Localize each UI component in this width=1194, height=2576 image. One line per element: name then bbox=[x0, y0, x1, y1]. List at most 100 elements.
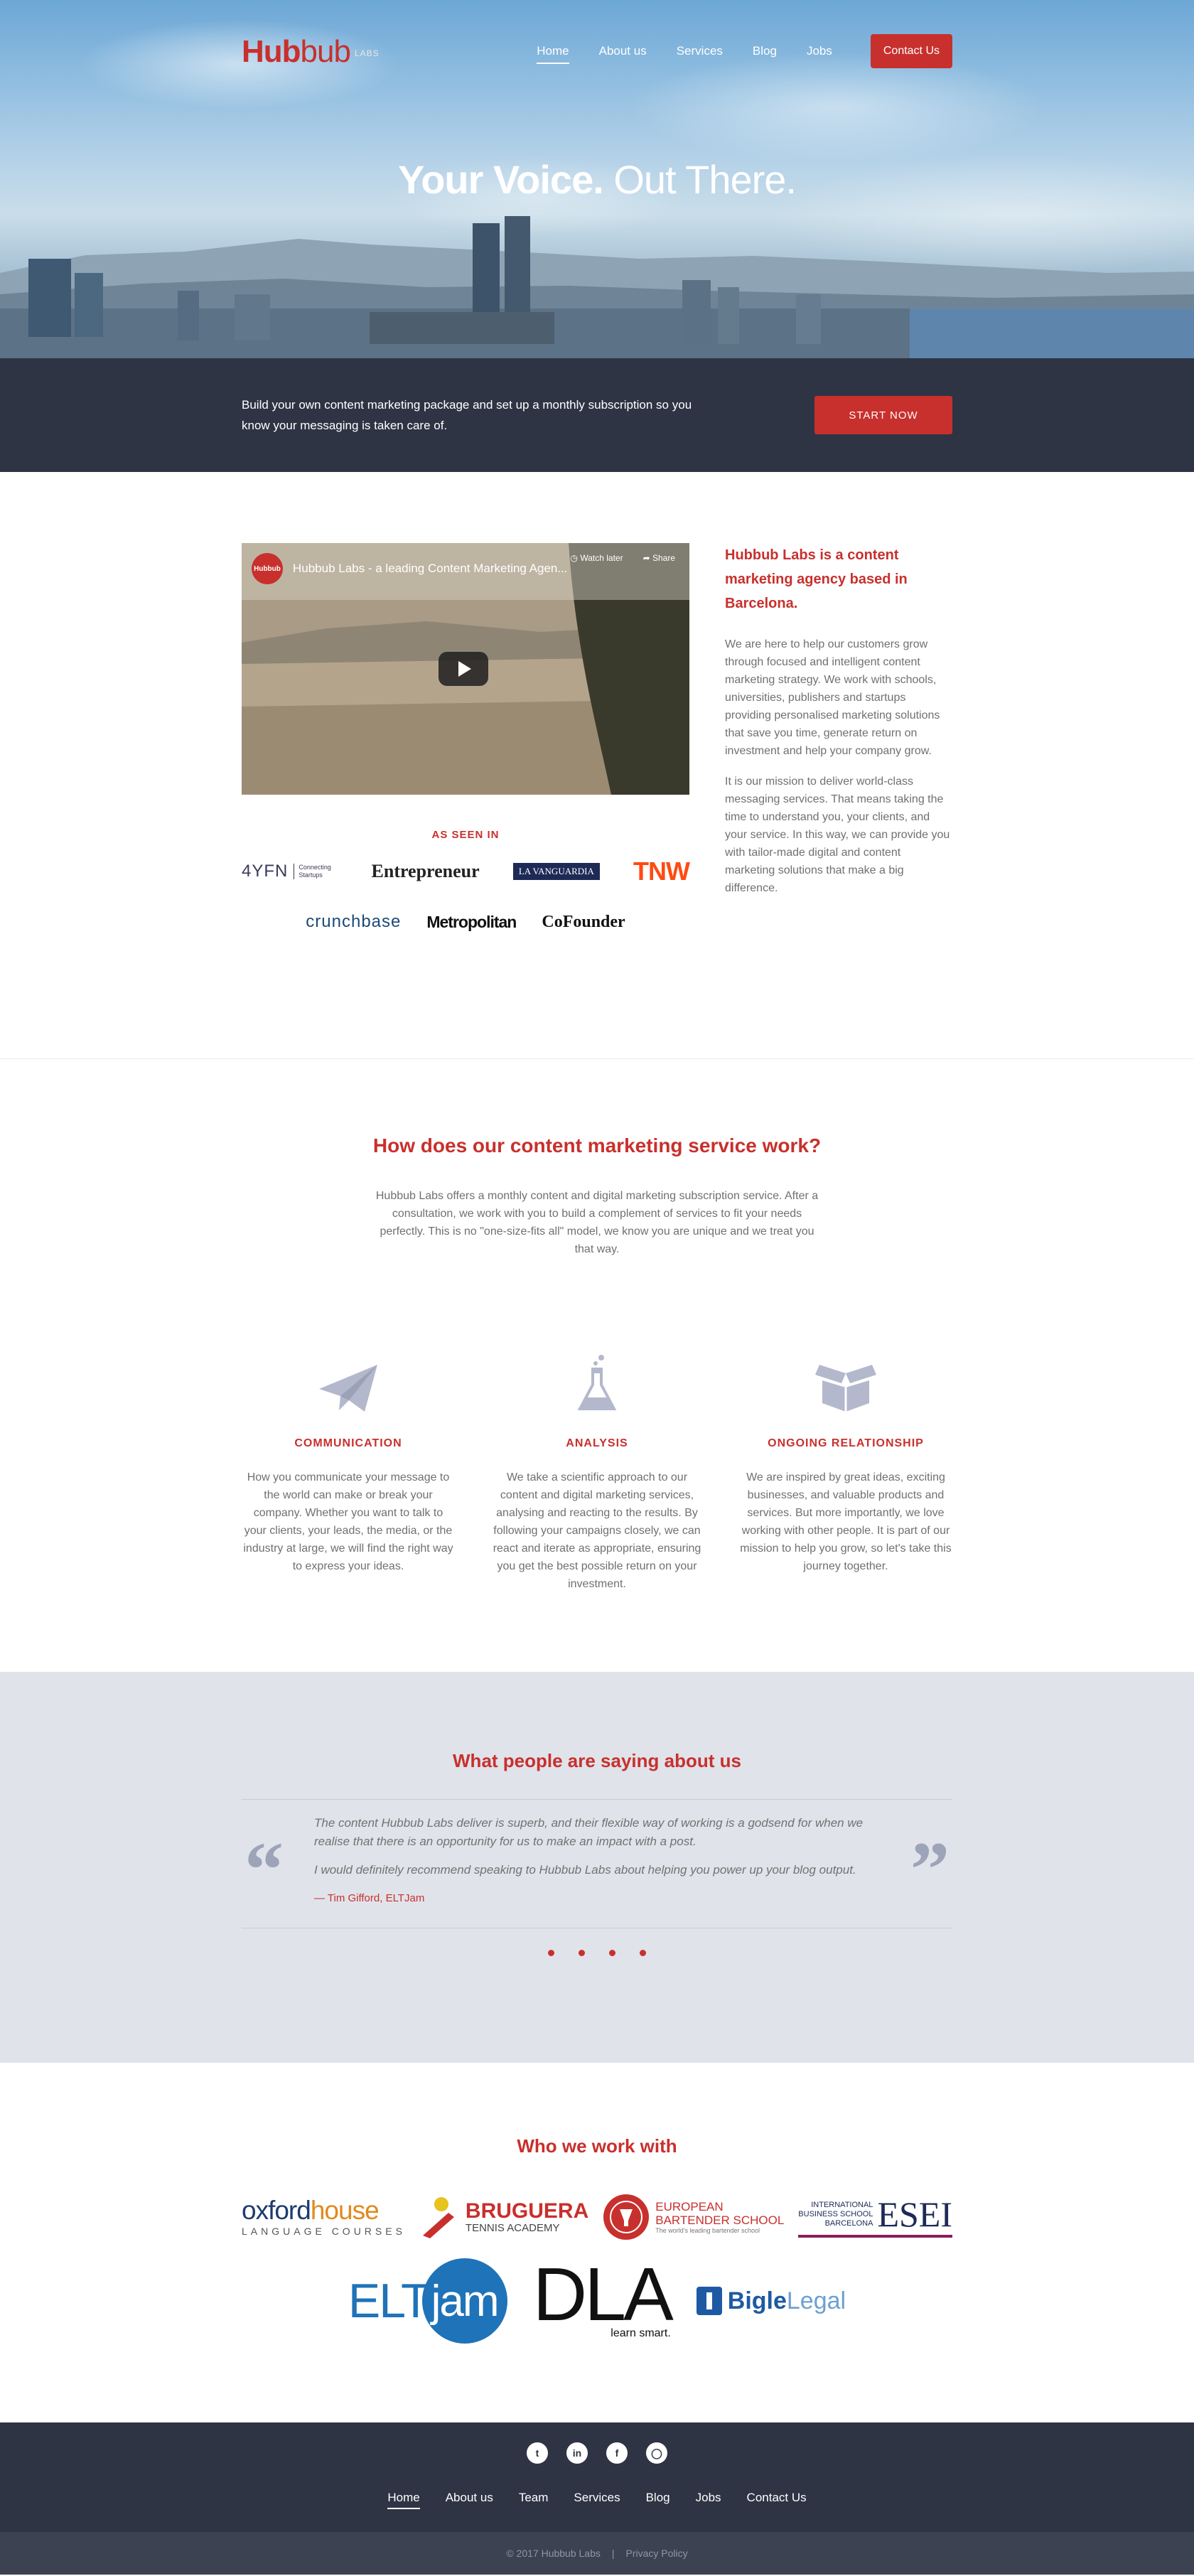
share-icon[interactable]: ➦ Share bbox=[643, 553, 675, 563]
linkedin-icon[interactable]: in bbox=[566, 2442, 588, 2464]
copyright-bar: © 2017 Hubbub Labs | Privacy Policy bbox=[0, 2532, 1194, 2575]
logo-cofounder: CoFounder bbox=[542, 912, 625, 931]
service-text: How you communicate your message to the … bbox=[243, 1471, 453, 1572]
contact-us-button[interactable]: Contact Us bbox=[870, 34, 952, 68]
service-columns: COMMUNICATION How you communicate your m… bbox=[242, 1355, 952, 1593]
footer-nav-blog[interactable]: Blog bbox=[646, 2491, 670, 2509]
footer-nav-team[interactable]: Team bbox=[519, 2491, 549, 2509]
how-intro: Hubbub Labs offers a monthly content and… bbox=[375, 1190, 819, 1255]
nav-home[interactable]: Home bbox=[537, 38, 569, 64]
logo-crunchbase: crunchbase bbox=[306, 912, 402, 931]
instagram-icon[interactable]: ◯ bbox=[646, 2442, 667, 2464]
footer-nav: Home About us Team Services Blog Jobs Co… bbox=[0, 2491, 1194, 2509]
watch-later-icon[interactable]: ◷ Watch later bbox=[571, 553, 623, 563]
footer-nav-contact[interactable]: Contact Us bbox=[747, 2491, 807, 2509]
video-title[interactable]: Hubbub Labs - a leading Content Marketin… bbox=[293, 562, 568, 576]
carousel-dot[interactable] bbox=[609, 1950, 615, 1956]
nav-blog[interactable]: Blog bbox=[753, 38, 777, 64]
start-now-button[interactable]: START NOW bbox=[814, 396, 952, 434]
tennis-ball-icon bbox=[422, 2197, 454, 2238]
close-quote-icon: ” bbox=[910, 1826, 950, 1913]
testimonials-section: What people are saying about us “ ” The … bbox=[0, 1672, 1194, 2063]
logo-european-bartender-school: EUROPEAN BARTENDER SCHOOL The world's le… bbox=[603, 2194, 784, 2240]
social-links: t in f ◯ bbox=[0, 2422, 1194, 2464]
channel-avatar[interactable]: Hubbub bbox=[252, 553, 283, 584]
service-title: ANALYSIS bbox=[566, 1437, 628, 1449]
video-actions: ◷ Watch later ➦ Share bbox=[571, 553, 675, 563]
flask-icon bbox=[577, 1355, 617, 1410]
service-communication: COMMUNICATION How you communicate your m… bbox=[242, 1355, 455, 1593]
how-title: How does our content marketing service w… bbox=[372, 1134, 822, 1156]
logo-text-bub: bub bbox=[300, 34, 351, 69]
nav-services[interactable]: Services bbox=[677, 38, 723, 64]
nav-jobs[interactable]: Jobs bbox=[807, 38, 832, 64]
watch-later-label: Watch later bbox=[580, 553, 623, 563]
as-seen-in: AS SEEN IN 4YFN Connecting Startups Entr… bbox=[242, 829, 690, 932]
logo-tnw: TNW bbox=[633, 857, 690, 886]
footer-nav-about[interactable]: About us bbox=[446, 2491, 493, 2509]
carousel-dot[interactable] bbox=[548, 1950, 554, 1956]
about-heading: Hubbub Labs is a content marketing agenc… bbox=[725, 547, 908, 611]
about-paragraph-2: It is our mission to deliver world-class… bbox=[725, 776, 950, 894]
testimonials-title: What people are saying about us bbox=[453, 1750, 741, 1771]
carousel-dot[interactable] bbox=[640, 1950, 646, 1956]
testimonial-quote-2: I would definitely recommend speaking to… bbox=[314, 1863, 856, 1877]
testimonial-quote-1: The content Hubbub Labs deliver is super… bbox=[314, 1816, 864, 1848]
ebs-crest-icon bbox=[603, 2194, 650, 2240]
service-text: We are inspired by great ideas, exciting… bbox=[740, 1471, 952, 1572]
as-seen-in-title: AS SEEN IN bbox=[431, 829, 500, 841]
service-text: We take a scientific approach to our con… bbox=[493, 1471, 701, 1590]
clients-title: Who we work with bbox=[517, 2135, 677, 2157]
copyright-text: © 2017 Hubbub Labs bbox=[506, 2548, 601, 2559]
service-title: COMMUNICATION bbox=[294, 1437, 402, 1449]
twitter-icon[interactable]: t bbox=[527, 2442, 548, 2464]
press-logos-row-2: crunchbase Metropolitan CoFounder bbox=[242, 912, 689, 932]
facebook-icon[interactable]: f bbox=[606, 2442, 628, 2464]
footer-separator: | bbox=[611, 2548, 615, 2559]
logo-text-hub: Hub bbox=[242, 34, 301, 69]
privacy-policy-link[interactable]: Privacy Policy bbox=[626, 2548, 688, 2559]
video-title-bar: Hubbub Hubbub Labs - a leading Content M… bbox=[252, 553, 568, 584]
logo-la-vanguardia: LA VANGUARDIA bbox=[512, 863, 600, 880]
open-box-icon bbox=[815, 1365, 876, 1412]
logo-bruguera: BRUGUERA TENNIS ACADEMY bbox=[420, 2196, 588, 2238]
share-label: Share bbox=[652, 553, 675, 563]
client-logos-row-2: ELT jam DLA learn smart. BigleLegal bbox=[242, 2253, 952, 2344]
hero-section: Hubbub LABS Home About us Services Blog J… bbox=[0, 0, 1194, 358]
client-logos-row-1: oxfordhouse LANGUAGE COURSES BRUGUERA TE… bbox=[242, 2189, 952, 2245]
video-player[interactable]: Hubbub Hubbub Labs - a leading Content M… bbox=[242, 543, 689, 795]
logo-esei: INTERNATIONAL BUSINESS SCHOOL BARCELONA … bbox=[798, 2196, 952, 2238]
logo-4yfn: 4YFN Connecting Startups bbox=[242, 862, 338, 881]
how-it-works-section: How does our content marketing service w… bbox=[0, 1059, 1194, 1672]
about-left: Hubbub Hubbub Labs - a leading Content M… bbox=[242, 543, 690, 932]
main-nav: Home About us Services Blog Jobs Contact… bbox=[507, 34, 952, 68]
open-quote-icon: “ bbox=[244, 1826, 284, 1913]
service-analysis: ANALYSIS We take a scientific approach t… bbox=[490, 1355, 704, 1593]
service-title: ONGOING RELATIONSHIP bbox=[768, 1437, 924, 1449]
carousel-dot[interactable] bbox=[579, 1950, 585, 1956]
carousel-dots bbox=[242, 1950, 952, 1956]
logo-bigle-legal: BigleLegal bbox=[696, 2287, 846, 2315]
play-button[interactable] bbox=[439, 652, 488, 686]
clients-section: Who we work with oxfordhouse LANGUAGE CO… bbox=[0, 2063, 1194, 2422]
cta-text: Build your own content marketing package… bbox=[242, 398, 692, 432]
about-text: Hubbub Labs is a content marketing agenc… bbox=[725, 543, 952, 932]
logo-metropolitan: Metropolitan bbox=[426, 912, 517, 931]
hubbub-logo[interactable]: Hubbub LABS bbox=[242, 34, 380, 70]
service-relationship: ONGOING RELATIONSHIP We are inspired by … bbox=[739, 1355, 952, 1593]
footer: t in f ◯ Home About us Team Services Blo… bbox=[0, 2422, 1194, 2532]
logo-dla: DLA learn smart. bbox=[532, 2253, 674, 2339]
logo-suffix: LABS bbox=[354, 48, 380, 59]
hero-headline: Your Voice. Out There. bbox=[0, 156, 1194, 203]
testimonial-author[interactable]: — Tim Gifford, ELTJam bbox=[314, 1889, 880, 1908]
nav-about[interactable]: About us bbox=[599, 38, 647, 64]
footer-nav-services[interactable]: Services bbox=[574, 2491, 620, 2509]
cta-bar: Build your own content marketing package… bbox=[0, 358, 1194, 472]
footer-nav-jobs[interactable]: Jobs bbox=[696, 2491, 721, 2509]
paper-plane-icon bbox=[319, 1365, 377, 1412]
about-paragraph-1: We are here to help our customers grow t… bbox=[725, 638, 940, 757]
bigle-legal-icon bbox=[696, 2287, 722, 2315]
footer-nav-home[interactable]: Home bbox=[387, 2491, 420, 2509]
play-icon bbox=[458, 661, 471, 677]
logo-oxford-house: oxfordhouse LANGUAGE COURSES bbox=[242, 2196, 406, 2238]
